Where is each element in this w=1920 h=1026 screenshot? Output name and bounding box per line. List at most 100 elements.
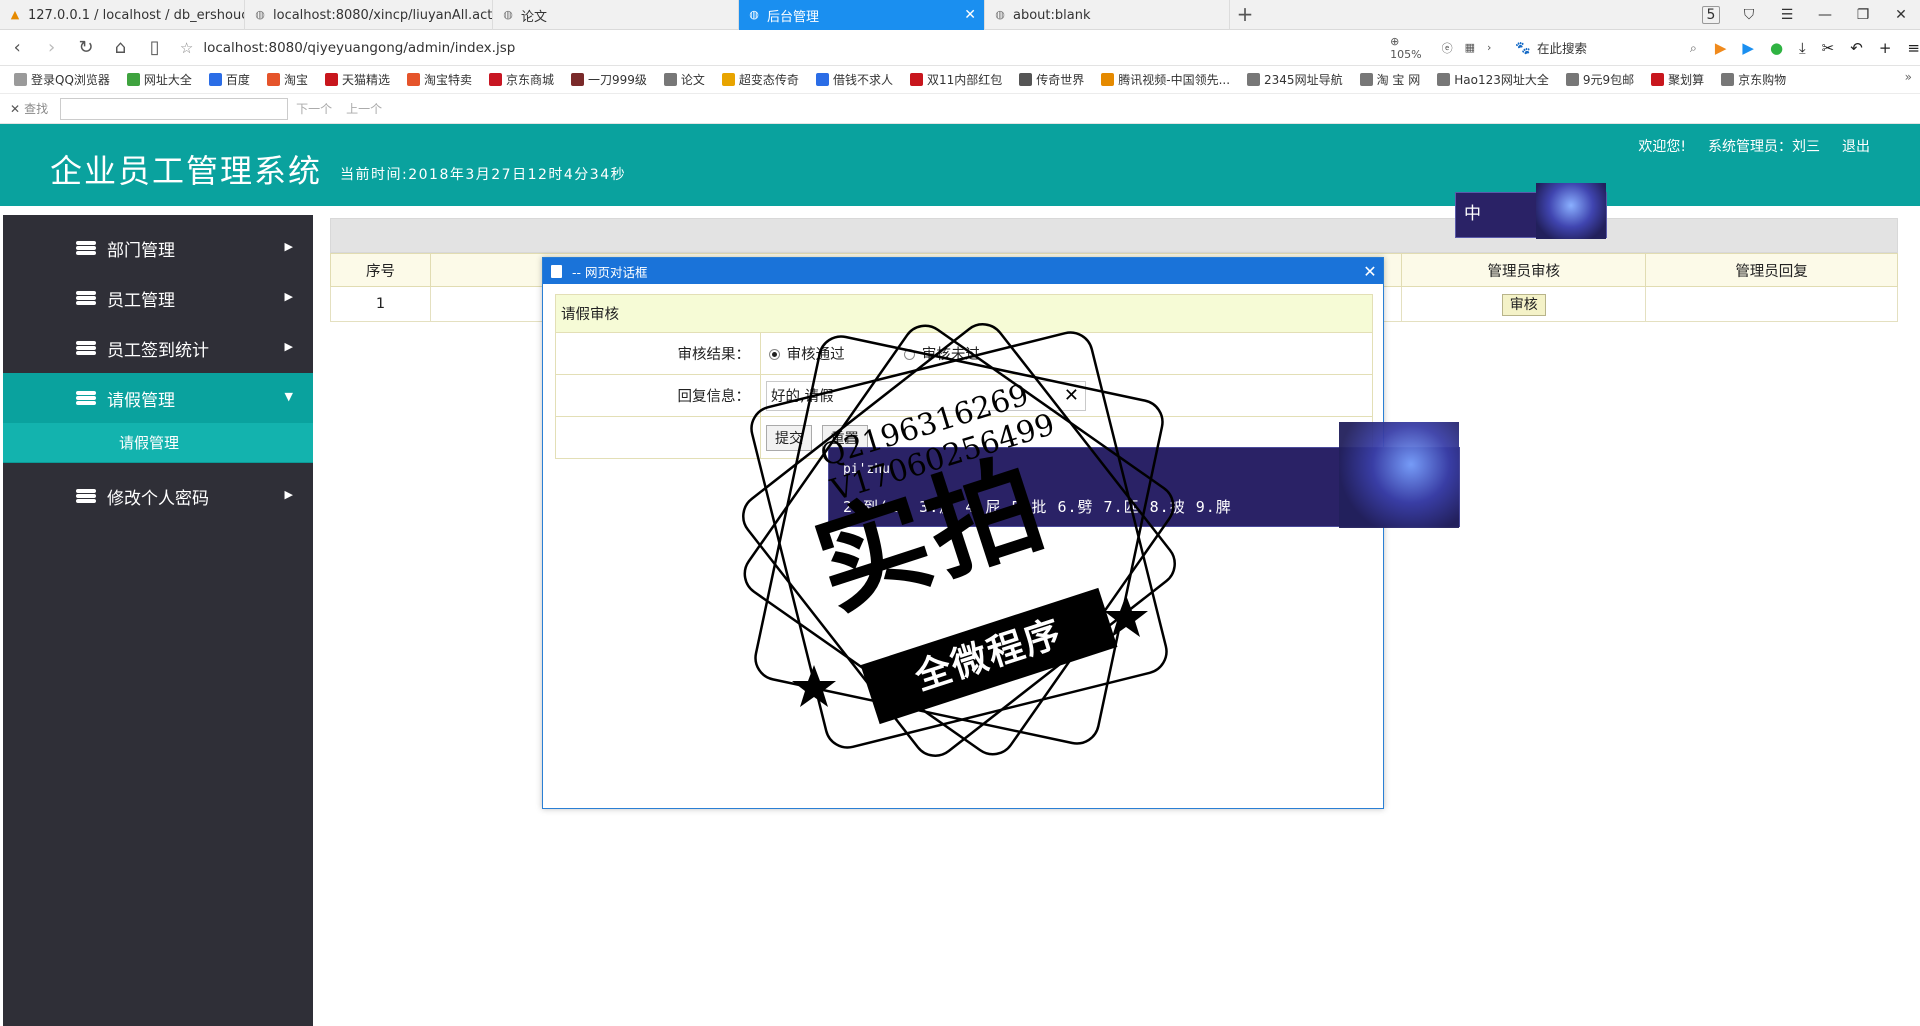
- option-fail-label[interactable]: 审核未过: [922, 347, 980, 363]
- bookmark-label: 京东商城: [505, 73, 554, 87]
- bookmark-item[interactable]: 淘 宝 网: [1359, 71, 1421, 88]
- reply-input[interactable]: 好的,请假 ✕: [766, 380, 1086, 411]
- find-next-button[interactable]: 下一个: [296, 100, 332, 117]
- search-icon[interactable]: ⌕: [1690, 40, 1697, 56]
- stack-icon: [76, 489, 96, 503]
- bookmark-item[interactable]: 京东商城: [488, 71, 554, 88]
- tab-label: 127.0.0.1 / localhost / db_ershouch: [28, 7, 245, 23]
- caret-down-icon: ▼: [284, 390, 293, 403]
- address-bar: ‹ › ↻ ⌂ ▯ ☆ localhost:8080/qiyeyuangong/…: [0, 30, 1920, 66]
- dialog-close-icon[interactable]: ✕: [1357, 262, 1383, 281]
- star-icon[interactable]: ☆: [180, 39, 193, 57]
- find-prev-button[interactable]: 上一个: [346, 100, 382, 117]
- bookmark-item[interactable]: 淘宝特卖: [406, 71, 472, 88]
- bookmark-label: 超变态传奇: [738, 73, 799, 87]
- bookmark-item[interactable]: 9元9包邮: [1565, 71, 1634, 88]
- chevron-right-icon[interactable]: ›: [1487, 41, 1491, 54]
- bookmark-label: 京东购物: [1738, 73, 1787, 87]
- radio-fail[interactable]: [904, 349, 916, 360]
- ime-candidates[interactable]: 2.到(1) 3.皮 4.屁 5.批 6.劈 7.匹 8.披 9.脾: [843, 496, 1232, 517]
- sidebar-item-leave[interactable]: 请假管理 ▼: [3, 373, 313, 423]
- browser-tab-blank[interactable]: ◍ about:blank: [985, 0, 1230, 30]
- zoom-icon[interactable]: ⊕ 105%: [1390, 35, 1429, 61]
- logout-link[interactable]: 退出: [1842, 136, 1870, 156]
- new-tab-button[interactable]: +: [1230, 0, 1260, 30]
- sidebar: 部门管理 ▶ 员工管理 ▶ 员工签到统计 ▶ 请假管理 ▼ 请假管理 修改个人密…: [3, 215, 313, 1026]
- bookmark-label: 登录QQ浏览器: [31, 73, 110, 87]
- browser-tab-liuyan[interactable]: ◍ localhost:8080/xincp/liuyanAll.actio: [245, 0, 493, 30]
- wechat-icon[interactable]: ●: [1770, 39, 1783, 57]
- undo-icon[interactable]: ↶: [1850, 39, 1863, 57]
- sidebar-item-employee[interactable]: 员工管理 ▶: [3, 273, 313, 323]
- ie-icon[interactable]: ⓔ: [1442, 40, 1453, 56]
- toolbar-strip: [330, 218, 1898, 253]
- shirt-icon[interactable]: ⛉: [1730, 7, 1768, 23]
- find-input[interactable]: [60, 97, 289, 120]
- hamburger-icon[interactable]: ≡: [1907, 39, 1920, 57]
- clear-icon[interactable]: ✕: [1064, 385, 1079, 406]
- browser-tab-phpmyadmin[interactable]: ▲ 127.0.0.1 / localhost / db_ershouch: [0, 0, 245, 30]
- refresh-icon[interactable]: ↻: [69, 37, 103, 58]
- character-art-icon: [1536, 183, 1606, 239]
- reader-icon[interactable]: ▯: [138, 37, 172, 58]
- more-bookmarks-icon[interactable]: »: [1905, 70, 1912, 84]
- bookmark-label: 淘宝特卖: [423, 73, 472, 87]
- bookmark-item[interactable]: 京东购物: [1721, 71, 1786, 88]
- bookmark-item[interactable]: 传奇世界: [1019, 71, 1084, 88]
- bookmark-item[interactable]: 登录QQ浏览器: [14, 71, 110, 88]
- back-icon[interactable]: ‹: [0, 37, 34, 58]
- bookmark-item[interactable]: 百度: [208, 71, 250, 88]
- sidebar-item-department[interactable]: 部门管理 ▶: [3, 223, 313, 273]
- forward-icon[interactable]: ›: [34, 37, 68, 58]
- bookmark-item[interactable]: 聚划算: [1651, 71, 1704, 88]
- video-icon[interactable]: ▶: [1715, 39, 1727, 57]
- menu-icon[interactable]: ☰: [1768, 7, 1806, 23]
- scissors-icon[interactable]: ✂: [1822, 39, 1835, 57]
- bookmark-item[interactable]: Hao123网址大全: [1437, 71, 1549, 88]
- radio-pass[interactable]: [769, 349, 780, 360]
- bookmark-item[interactable]: 网址大全: [126, 71, 192, 88]
- dialog-titlebar[interactable]: -- 网页对话框 ✕: [543, 258, 1383, 284]
- submit-button[interactable]: 提交: [766, 424, 812, 451]
- browser-tab-lunwen[interactable]: ◍ 论文: [493, 0, 739, 30]
- bookmark-item[interactable]: 论文: [663, 71, 705, 88]
- sidebar-item-checkin[interactable]: 员工签到统计 ▶: [3, 323, 313, 373]
- ime-status-bar[interactable]: 中: [1455, 183, 1607, 239]
- tab-count-badge[interactable]: 5: [1692, 6, 1730, 24]
- close-find-icon[interactable]: ✕: [10, 102, 20, 116]
- grid-icon[interactable]: ▦: [1465, 41, 1475, 54]
- sidebar-item-label: 员工签到统计: [107, 340, 209, 361]
- bookmark-item[interactable]: 腾讯视频-中国领先...: [1101, 71, 1230, 88]
- bookmark-item[interactable]: 一刀999级: [571, 71, 647, 88]
- url-field[interactable]: ☆ localhost:8080/qiyeyuangong/admin/inde…: [180, 39, 1192, 57]
- cell-reply: [1645, 286, 1898, 322]
- submenu-item-leave[interactable]: 请假管理: [3, 423, 313, 463]
- sidebar-item-password[interactable]: 修改个人密码 ▶: [3, 471, 313, 521]
- bookmark-item[interactable]: 淘宝: [266, 71, 308, 88]
- window-controls: 5 ⛉ ☰ — ❐ ✕: [1692, 0, 1920, 30]
- restore-icon[interactable]: ❐: [1844, 7, 1882, 23]
- bookmark-item[interactable]: 天猫精选: [324, 71, 390, 88]
- search-input[interactable]: 🐾 在此搜索 ⌕: [1515, 38, 1696, 57]
- browser-tab-admin[interactable]: ◍ 后台管理 ✕: [739, 0, 985, 30]
- ime-mode-indicator: 中: [1464, 204, 1481, 224]
- audit-button[interactable]: 审核: [1501, 294, 1546, 316]
- welcome-text: 欢迎您!: [1638, 139, 1686, 155]
- bookmark-item[interactable]: 2345网址导航: [1247, 71, 1343, 88]
- download-icon[interactable]: ⤓: [1799, 39, 1806, 57]
- bookmark-icon: [663, 73, 677, 86]
- add-icon[interactable]: +: [1879, 39, 1892, 57]
- bookmark-item[interactable]: 超变态传奇: [721, 71, 799, 88]
- home-icon[interactable]: ⌂: [103, 37, 137, 58]
- bookmark-label: 淘 宝 网: [1376, 73, 1421, 87]
- bookmark-item[interactable]: 双11内部红包: [909, 71, 1002, 88]
- minimize-icon[interactable]: —: [1806, 7, 1844, 23]
- bookmark-label: 一刀999级: [588, 73, 647, 87]
- play-icon[interactable]: ▶: [1742, 39, 1754, 57]
- option-pass-label[interactable]: 审核通过: [787, 347, 845, 363]
- stack-icon: [76, 241, 96, 255]
- bookmark-item[interactable]: 借钱不求人: [815, 71, 893, 88]
- sidebar-item-label: 员工管理: [107, 290, 175, 311]
- close-window-icon[interactable]: ✕: [1882, 7, 1920, 23]
- close-tab-icon[interactable]: ✕: [958, 7, 976, 23]
